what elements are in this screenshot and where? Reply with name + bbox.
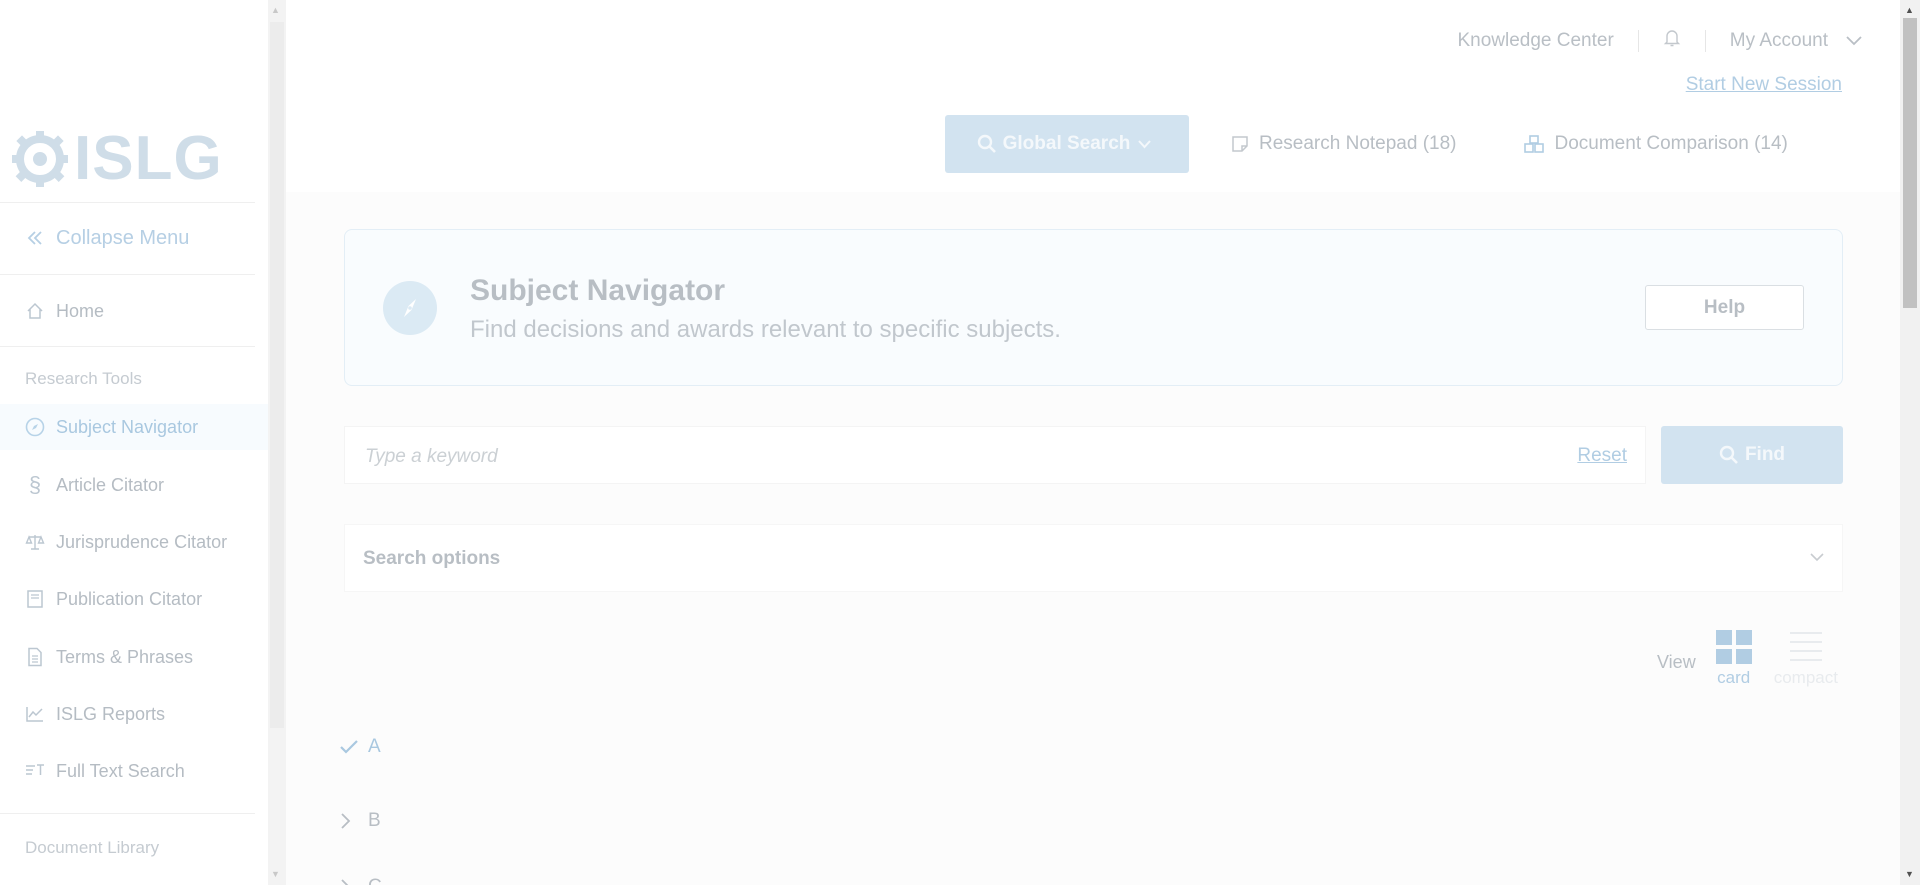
reset-link[interactable]: Reset [1577,445,1627,467]
scroll-down-icon[interactable]: ▼ [1905,869,1914,879]
sidebar-item-label: Publication Citator [56,588,203,609]
sidebar-item-label: Jurisprudence Citator [56,531,228,552]
search-options-panel[interactable]: Search options [344,524,1843,592]
grid-icon [1715,630,1752,664]
sidebar-item-label: Terms & Phrases [56,646,194,667]
document-comparison-link[interactable]: Document Comparison (14) [1523,133,1788,155]
search-icon [1719,445,1738,464]
chevron-down-icon[interactable] [1846,30,1862,52]
start-new-session-link[interactable]: Start New Session [1686,74,1842,96]
chevron-right-icon [340,879,358,885]
list-icon [1789,632,1822,661]
find-label: Find [1744,444,1786,465]
search-options-label: Search options [363,548,501,569]
gear-logo-icon [12,131,68,187]
compact-view-button[interactable]: compact [1774,630,1838,688]
bell-icon[interactable] [1663,28,1681,54]
sidebar-divider [0,202,255,203]
top-divider [1704,30,1706,52]
top-divider [1637,30,1639,52]
compact-view-label: compact [1773,668,1838,687]
letter-group-a[interactable]: A [340,736,381,758]
document-icon [24,646,46,668]
sidebar-item-islg-reports[interactable]: ISLG Reports [0,691,268,737]
research-notepad-link[interactable]: Research Notepad (18) [1231,133,1457,155]
letter-group-b[interactable]: B [340,810,381,832]
book-icon [24,588,46,610]
my-account-menu[interactable]: My Account [1730,30,1828,52]
sidebar-item-label: ISLG Reports [56,703,166,724]
check-icon [340,740,358,754]
sidebar-divider [0,813,255,814]
letter-label: A [368,736,381,757]
compass-icon [24,416,46,438]
card-view-label: card [1717,668,1751,687]
chevron-down-icon [1138,139,1152,148]
sidebar-item-full-text-search[interactable]: Full Text Search [0,748,268,794]
keyword-search-input[interactable]: Type a keyword Reset [344,426,1646,484]
top-links: Knowledge Center My Account [1457,28,1862,54]
chevron-right-icon [340,813,358,829]
view-label: View [1657,652,1696,672]
double-chevron-left-icon [24,227,46,249]
sidebar-item-home[interactable]: Home [0,288,268,334]
scroll-up-icon[interactable]: ▲ [271,5,280,15]
logo-text: ISLG [74,124,223,193]
collapse-menu-button[interactable]: Collapse Menu [0,215,268,261]
research-notepad-label: Research Notepad (18) [1259,133,1457,154]
letter-group-c[interactable]: C [340,876,382,885]
sidebar: ISLG Collapse Menu Home Research Tools S… [0,0,268,885]
find-button[interactable]: Find [1661,426,1843,484]
letter-label: C [368,876,382,885]
document-comparison-label: Document Comparison (14) [1554,133,1788,154]
global-search-label: Global Search [1002,133,1131,154]
page-scrollbar-thumb[interactable] [1903,18,1917,308]
global-search-button[interactable]: Global Search [945,115,1189,173]
sidebar-item-terms-phrases[interactable]: Terms & Phrases [0,634,268,680]
chevron-down-icon[interactable] [1810,549,1824,567]
sidebar-item-label: Home [56,300,105,321]
sidebar-item-subject-navigator[interactable]: Subject Navigator [0,404,268,450]
sidebar-scrollbar-thumb[interactable] [270,22,284,728]
scroll-up-icon[interactable]: ▲ [1905,5,1914,15]
sidebar-scrollbar[interactable]: ▲ ▼ [268,0,286,885]
section-icon: § [28,472,42,497]
knowledge-center-link[interactable]: Knowledge Center [1457,30,1613,52]
sidebar-item-label: Subject Navigator [56,416,199,437]
toolbar: Global Search Research Notepad (18) Docu… [945,115,1788,173]
sidebar-divider [0,346,255,347]
sidebar-section-document-library: Document Library [25,838,160,857]
compare-icon [1523,134,1545,154]
sidebar-section-research-tools: Research Tools [25,369,142,388]
sidebar-item-article-citator[interactable]: § Article Citator [0,462,268,508]
home-icon [24,300,46,322]
scales-icon [24,531,46,553]
sidebar-item-publication-citator[interactable]: Publication Citator [0,576,268,622]
view-switcher: View card compact [1657,630,1860,688]
page-title: Subject Navigator [470,274,726,307]
notepad-icon [1231,135,1249,153]
page-scrollbar[interactable]: ▲ ▼ [1900,0,1920,885]
help-button[interactable]: Help [1645,285,1804,330]
sidebar-item-label: Full Text Search [56,760,185,781]
search-placeholder: Type a keyword [365,446,498,467]
scroll-down-icon[interactable]: ▼ [271,869,280,879]
card-view-button[interactable]: card [1715,630,1752,688]
search-icon [977,134,996,153]
text-search-icon [24,760,46,782]
subject-navigator-banner: Subject Navigator Find decisions and awa… [344,229,1843,386]
islg-logo[interactable]: ISLG [12,128,223,190]
compass-icon [383,281,437,335]
sidebar-divider [0,274,255,275]
page-subtitle: Find decisions and awards relevant to sp… [470,316,1061,343]
chart-icon [24,703,46,725]
letter-label: B [368,810,381,831]
sidebar-item-label: Article Citator [56,474,165,495]
collapse-menu-label: Collapse Menu [56,226,190,249]
sidebar-item-jurisprudence-citator[interactable]: Jurisprudence Citator [0,519,268,565]
